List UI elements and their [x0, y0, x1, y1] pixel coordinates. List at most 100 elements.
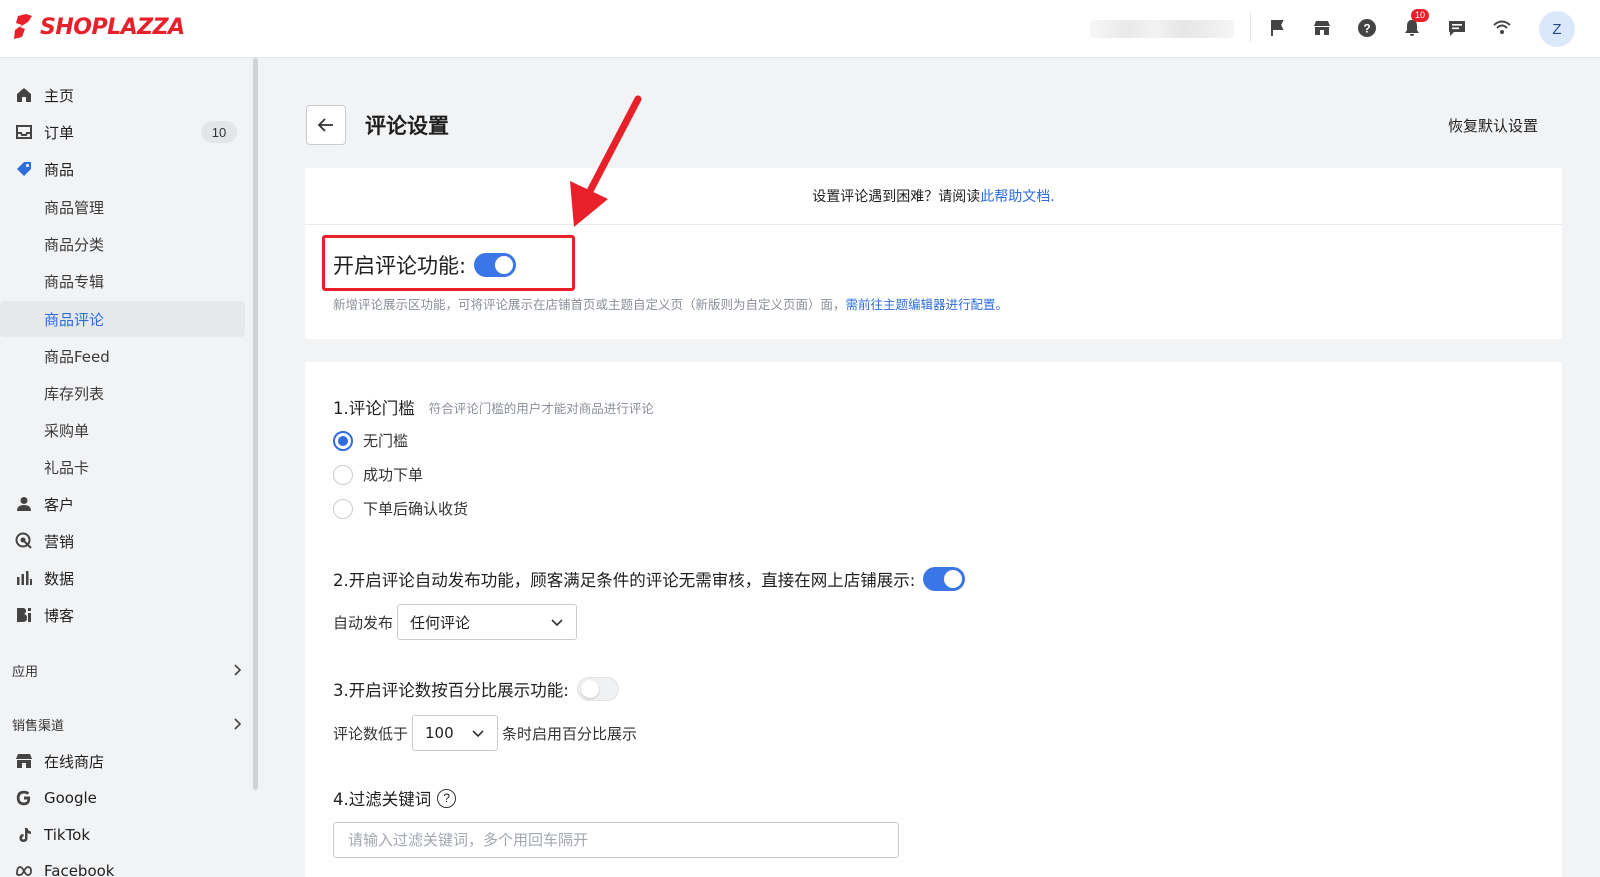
- sidebar-item-blog[interactable]: 博客: [0, 597, 245, 633]
- chat-icon[interactable]: [1445, 16, 1469, 40]
- sidebar-section-apps[interactable]: 应用: [12, 659, 244, 681]
- threshold-option-ordered[interactable]: 成功下单: [333, 464, 423, 485]
- threshold-title: 1.评论门槛: [333, 399, 415, 418]
- tag-icon: [14, 159, 34, 179]
- auto-publish-title: 2.开启评论自动发布功能，顾客满足条件的评论无需审核，直接在网上店铺展示:: [333, 571, 916, 590]
- radio-label: 下单后确认收货: [363, 500, 469, 518]
- sidebar-item-products[interactable]: 商品: [0, 151, 245, 187]
- sidebar-item-label: 商品管理: [44, 198, 105, 217]
- sidebar-item-label: 在线商店: [44, 752, 105, 771]
- select-value: 100: [425, 724, 454, 742]
- theme-editor-link[interactable]: 需前往主题编辑器进行配置。: [846, 297, 1009, 312]
- section-label: 应用: [12, 664, 39, 680]
- sidebar-item-tiktok[interactable]: TikTok: [0, 817, 245, 853]
- sidebar-item-label: TikTok: [44, 826, 91, 844]
- help-icon[interactable]: ?: [1355, 16, 1379, 40]
- page-title: 评论设置: [365, 114, 449, 138]
- flag-icon[interactable]: [1265, 16, 1289, 40]
- sidebar-item-analytics[interactable]: 数据: [0, 560, 245, 596]
- sidebar-item-gift-cards[interactable]: 礼品卡: [0, 449, 245, 485]
- auto-publish-field: 自动发布 任何评论: [333, 604, 581, 640]
- sidebar-item-label: 营销: [44, 532, 75, 551]
- sidebar-item-orders[interactable]: 订单 10: [0, 114, 245, 150]
- svg-text:?: ?: [1363, 22, 1370, 36]
- home-icon: [14, 85, 34, 105]
- keywords-title: 4.过滤关键词: [333, 790, 432, 809]
- sidebar-item-label: 博客: [44, 606, 75, 625]
- sidebar-item-purchase-orders[interactable]: 采购单: [0, 412, 245, 448]
- auto-publish-label: 自动发布: [333, 613, 394, 632]
- store-icon: [14, 751, 34, 771]
- threshold-option-received[interactable]: 下单后确认收货: [333, 498, 468, 519]
- tiktok-icon: [14, 825, 34, 845]
- sidebar-item-product-categories[interactable]: 商品分类: [0, 226, 245, 262]
- sidebar-item-customers[interactable]: 客户: [0, 486, 245, 522]
- sidebar-item-product-feed[interactable]: 商品Feed: [0, 338, 245, 374]
- radio-button[interactable]: [333, 498, 353, 519]
- highlight-box: [322, 235, 575, 291]
- filter-keywords-input[interactable]: [333, 822, 899, 858]
- percentage-prefix: 评论数低于: [333, 724, 409, 743]
- store-icon[interactable]: [1310, 16, 1334, 40]
- radio-label: 成功下单: [363, 466, 424, 484]
- sidebar-item-label: 商品Feed: [44, 347, 110, 366]
- reset-defaults-button[interactable]: 恢复默认设置: [1448, 115, 1538, 136]
- threshold-title-row: 1.评论门槛 符合评论门槛的用户才能对商品进行评论: [333, 395, 654, 419]
- sidebar-item-product-collections[interactable]: 商品专辑: [0, 263, 245, 299]
- person-icon: [14, 494, 34, 514]
- toggle-knob: [580, 680, 599, 698]
- google-icon: [14, 788, 34, 808]
- percentage-suffix: 条时启用百分比展示: [502, 724, 638, 743]
- notification-badge: 10: [1411, 9, 1430, 22]
- help-doc-link[interactable]: 此帮助文档.: [980, 186, 1054, 206]
- threshold-option-none[interactable]: 无门槛: [333, 430, 408, 451]
- auto-publish-toggle[interactable]: [923, 567, 966, 591]
- chevron-down-icon: [472, 730, 484, 738]
- hint-text: 新增评论展示区功能，可将评论展示在店铺首页或主题自定义页（新版则为自定义页面）面…: [333, 297, 846, 312]
- top-bar: SHOPLAZZA ? 10 Z: [0, 0, 1600, 58]
- sidebar-item-home[interactable]: 主页: [0, 77, 245, 113]
- radio-label: 无门槛: [363, 432, 409, 450]
- sidebar-item-label: 数据: [44, 569, 75, 588]
- sidebar-item-label: 商品分类: [44, 235, 105, 254]
- avatar[interactable]: Z: [1539, 11, 1575, 47]
- back-button[interactable]: [306, 105, 346, 145]
- blurred-store-name[interactable]: [1090, 20, 1234, 38]
- sidebar-item-label: 主页: [44, 86, 75, 105]
- bell-icon[interactable]: 10: [1400, 9, 1430, 40]
- sidebar-item-inventory[interactable]: 库存列表: [0, 375, 245, 411]
- sidebar-item-product-reviews[interactable]: 商品评论: [0, 301, 245, 337]
- percentage-field: 评论数低于 100 条时启用百分比展示: [333, 715, 637, 751]
- orders-count-badge: 10: [201, 121, 237, 143]
- sidebar-item-product-management[interactable]: 商品管理: [0, 189, 245, 225]
- sidebar-item-label: 商品: [44, 160, 75, 179]
- sidebar-item-google[interactable]: Google: [0, 780, 245, 816]
- percentage-toggle[interactable]: [576, 677, 619, 701]
- sidebar-scrollbar[interactable]: [253, 58, 258, 790]
- percentage-title-row: 3.开启评论数按百分比展示功能:: [333, 677, 619, 701]
- annotation-arrow-icon: [570, 95, 642, 227]
- sidebar-item-label: 商品评论: [44, 310, 105, 329]
- question-circle-icon[interactable]: ?: [437, 788, 457, 808]
- sidebar-item-label: Google: [44, 789, 97, 807]
- shoplazza-logo[interactable]: SHOPLAZZA: [12, 13, 185, 41]
- threshold-subtitle: 符合评论门槛的用户才能对商品进行评论: [428, 400, 654, 416]
- review-settings-card: 1.评论门槛 符合评论门槛的用户才能对商品进行评论 无门槛 成功下单 下单后确认…: [305, 362, 1562, 877]
- sidebar-item-label: 采购单: [44, 421, 90, 440]
- logo-text: SHOPLAZZA: [40, 14, 185, 40]
- enable-reviews-hint: 新增评论展示区功能，可将评论展示在店铺首页或主题自定义页（新版则为自定义页面）面…: [333, 294, 1008, 313]
- sidebar-item-label: 库存列表: [44, 384, 105, 403]
- wifi-icon[interactable]: [1490, 16, 1514, 40]
- percentage-threshold-select[interactable]: 100: [412, 715, 499, 751]
- radio-button[interactable]: [333, 464, 353, 485]
- auto-publish-select[interactable]: 任何评论: [397, 604, 578, 640]
- auto-publish-title-row: 2.开启评论自动发布功能，顾客满足条件的评论无需审核，直接在网上店铺展示:: [333, 567, 966, 591]
- meta-icon: [14, 861, 34, 877]
- sidebar-section-channels[interactable]: 销售渠道: [12, 713, 244, 735]
- help-text: 设置评论遇到困难？请阅读: [812, 189, 981, 205]
- radio-button[interactable]: [333, 430, 353, 451]
- sidebar-item-marketing[interactable]: 营销: [0, 523, 245, 559]
- sidebar-item-facebook[interactable]: Facebook: [0, 853, 245, 877]
- sidebar-item-online-store[interactable]: 在线商店: [0, 743, 245, 779]
- chevron-right-icon: [234, 718, 242, 730]
